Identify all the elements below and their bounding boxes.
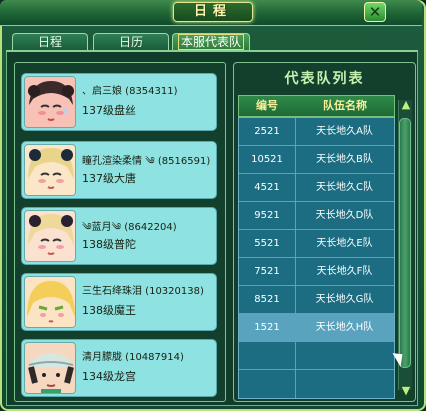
- member-level: 137级盘丝: [82, 104, 136, 117]
- team-name-cell: 天长地久B队: [316, 154, 373, 165]
- member-level: 138级普陀: [82, 238, 136, 251]
- tab-calendar[interactable]: 日历: [93, 33, 169, 51]
- team-id-cell: 9521: [254, 210, 280, 221]
- close-icon: ✕: [368, 3, 382, 21]
- table-row[interactable]: 2521 天长地久A队: [239, 118, 394, 146]
- team-id-cell: 2521: [254, 126, 280, 137]
- scroll-up-icon[interactable]: ▲: [398, 98, 414, 112]
- team-name-cell: [295, 342, 394, 370]
- column-header-id: 编号: [256, 99, 278, 112]
- team-name-cell: 天长地久C队: [316, 182, 373, 193]
- table-row[interactable]: 8521 天长地久G队: [239, 286, 394, 314]
- member-card[interactable]: 瞳孔渲染柔情 ༄ (8516591) 137级大唐: [21, 141, 217, 199]
- tab-server-team[interactable]: 本服代表队: [172, 33, 250, 51]
- member-card[interactable]: 三生石绛珠泪 (10320138) 138级魔王: [21, 273, 217, 331]
- member-name: 三生石绛珠泪 (10320138): [82, 286, 204, 297]
- character-avatar-pink-icon: [24, 76, 76, 128]
- team-name-cell: 天长地久H队: [315, 322, 374, 333]
- column-header-team-name: 队伍名称: [323, 99, 367, 112]
- table-row[interactable]: 5521 天长地久E队: [239, 230, 394, 258]
- tab-schedule[interactable]: 日程: [12, 33, 88, 51]
- close-button[interactable]: ✕: [364, 2, 386, 22]
- scrollbar-thumb[interactable]: [399, 118, 411, 368]
- member-list: 、启三娘 (8354311) 137级盘丝 瞳孔渲染柔情 ༄ (8516591)…: [14, 62, 226, 402]
- team-id-cell: [239, 342, 295, 370]
- table-header: 编号 队伍名称: [238, 95, 395, 117]
- tab-server-team-label: 本服代表队: [177, 34, 244, 50]
- table-row[interactable]: 4521 天长地久C队: [239, 174, 394, 202]
- window-title: 日程: [193, 4, 232, 19]
- table-row[interactable]: [239, 370, 394, 398]
- character-avatar-fox-icon: [24, 276, 76, 328]
- member-card[interactable]: 清月朦胧 (10487914) 134级龙宫: [21, 339, 217, 397]
- team-id-cell: 7521: [254, 266, 280, 277]
- team-name-cell: [295, 370, 394, 398]
- character-avatar-hat-icon: [24, 342, 76, 394]
- tab-schedule-label: 日程: [37, 35, 62, 49]
- table-row[interactable]: 7521 天长地久F队: [239, 258, 394, 286]
- table-row[interactable]: 9521 天长地久D队: [239, 202, 394, 230]
- team-name-cell: 天长地久D队: [315, 210, 374, 221]
- member-level: 138级魔王: [82, 304, 136, 317]
- team-name-cell: 天长地久E队: [316, 238, 373, 249]
- member-card[interactable]: ༄蓝月༄ (8642204) 138级普陀: [21, 207, 217, 265]
- team-list-title: 代表队列表: [284, 71, 365, 87]
- team-id-cell: 1521: [254, 322, 280, 333]
- team-list-panel: 代表队列表 编号 队伍名称 2521 天长地久A队 10521 天长地久B队 4…: [233, 62, 416, 402]
- member-name: 清月朦胧 (10487914): [82, 352, 184, 363]
- member-level: 137级大唐: [82, 172, 136, 185]
- table-row[interactable]: 10521 天长地久B队: [239, 146, 394, 174]
- tab-calendar-label: 日历: [118, 35, 143, 49]
- character-avatar-blonde-icon: [24, 210, 76, 262]
- member-name: 、启三娘 (8354311): [82, 86, 178, 97]
- team-name-cell: 天长地久F队: [316, 266, 373, 277]
- team-id-cell: 5521: [254, 238, 280, 249]
- table-row-selected[interactable]: 1521 天长地久H队: [239, 314, 394, 342]
- team-table: 2521 天长地久A队 10521 天长地久B队 4521 天长地久C队 952…: [238, 117, 395, 399]
- scroll-down-icon[interactable]: ▼: [398, 384, 414, 398]
- character-avatar-blonde-icon: [24, 144, 76, 196]
- team-id-cell: 4521: [254, 182, 280, 193]
- team-id-cell: 10521: [251, 154, 283, 165]
- member-level: 134级龙宫: [82, 370, 136, 383]
- team-name-cell: 天长地久G队: [315, 294, 374, 305]
- title-bar: 日程 ✕: [0, 0, 422, 26]
- team-name-cell: 天长地久A队: [316, 126, 373, 137]
- table-row[interactable]: [239, 342, 394, 370]
- title-plate: 日程: [173, 2, 253, 22]
- team-id-cell: [239, 370, 295, 398]
- member-card[interactable]: 、启三娘 (8354311) 137级盘丝: [21, 73, 217, 131]
- team-id-cell: 8521: [254, 294, 280, 305]
